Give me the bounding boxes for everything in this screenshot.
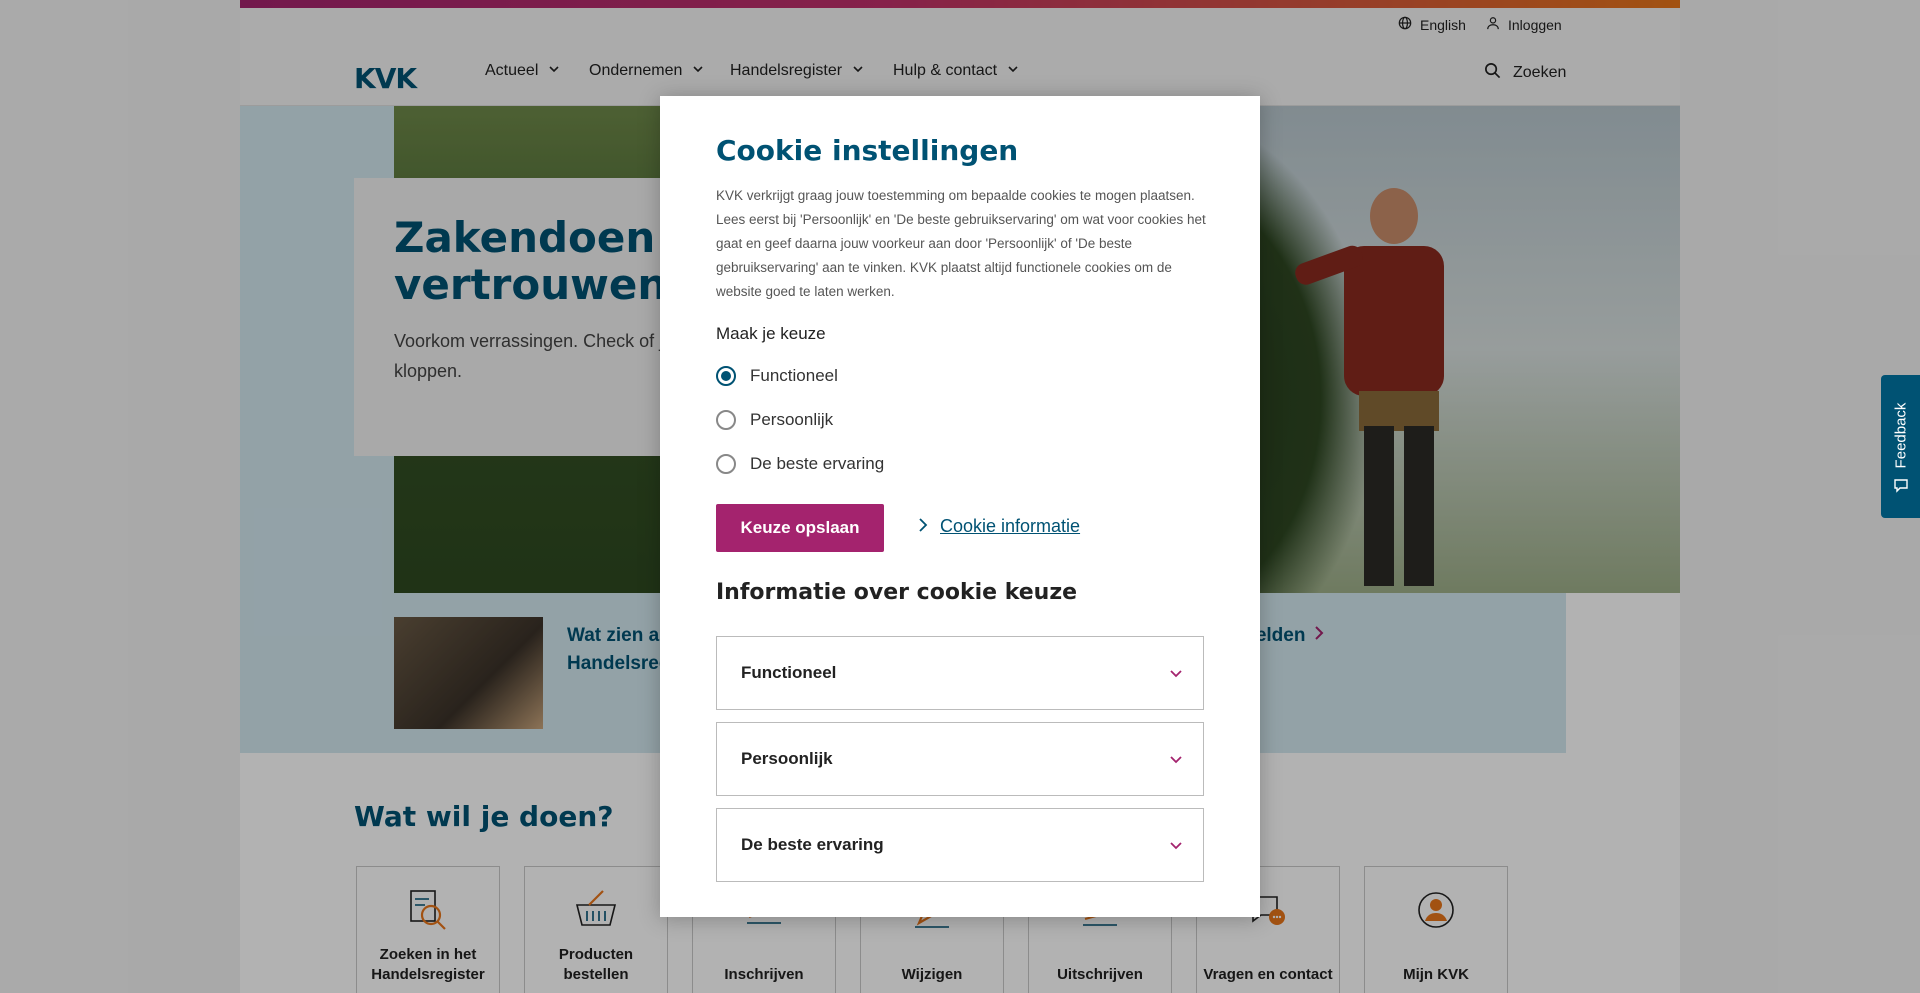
feedback-tab[interactable]: Feedback (1881, 375, 1920, 518)
radio-checked-icon[interactable] (716, 366, 736, 386)
modal-intro: KVK verkrijgt graag jouw toestemming om … (716, 188, 1206, 299)
accordion-label: Functioneel (741, 663, 837, 682)
radio-label: Persoonlijk (750, 410, 834, 429)
save-choice-button[interactable]: Keuze opslaan (716, 504, 884, 552)
accordion-functioneel[interactable]: Functioneel (716, 636, 1204, 710)
radio-functioneel[interactable]: Functioneel (716, 366, 838, 386)
radio-unchecked-icon[interactable] (716, 454, 736, 474)
modal-title: Cookie instellingen (716, 134, 1019, 167)
radio-label: Functioneel (750, 366, 838, 385)
choice-label: Maak je keuze (716, 324, 826, 343)
chevron-right-icon (918, 516, 928, 537)
info-title: Informatie over cookie keuze (716, 580, 1078, 605)
radio-persoonlijk[interactable]: Persoonlijk (716, 410, 833, 430)
accordion-label: De beste ervaring (741, 835, 884, 854)
accordion-label: Persoonlijk (741, 749, 833, 768)
radio-beste-ervaring[interactable]: De beste ervaring (716, 454, 884, 474)
radio-label: De beste ervaring (750, 454, 885, 473)
accordion-persoonlijk[interactable]: Persoonlijk (716, 722, 1204, 796)
chevron-down-icon (1170, 842, 1182, 850)
cookie-info-link[interactable]: Cookie informatie (918, 516, 1080, 537)
radio-unchecked-icon[interactable] (716, 410, 736, 430)
chevron-down-icon (1170, 756, 1182, 764)
cookie-info-label: Cookie informatie (940, 516, 1081, 536)
accordion-beste-ervaring[interactable]: De beste ervaring (716, 808, 1204, 882)
feedback-label: Feedback (1892, 402, 1909, 469)
cookie-modal: Cookie instellingen KVK verkrijgt graag … (660, 96, 1260, 917)
feedback-icon (1894, 479, 1908, 493)
chevron-down-icon (1170, 670, 1182, 678)
